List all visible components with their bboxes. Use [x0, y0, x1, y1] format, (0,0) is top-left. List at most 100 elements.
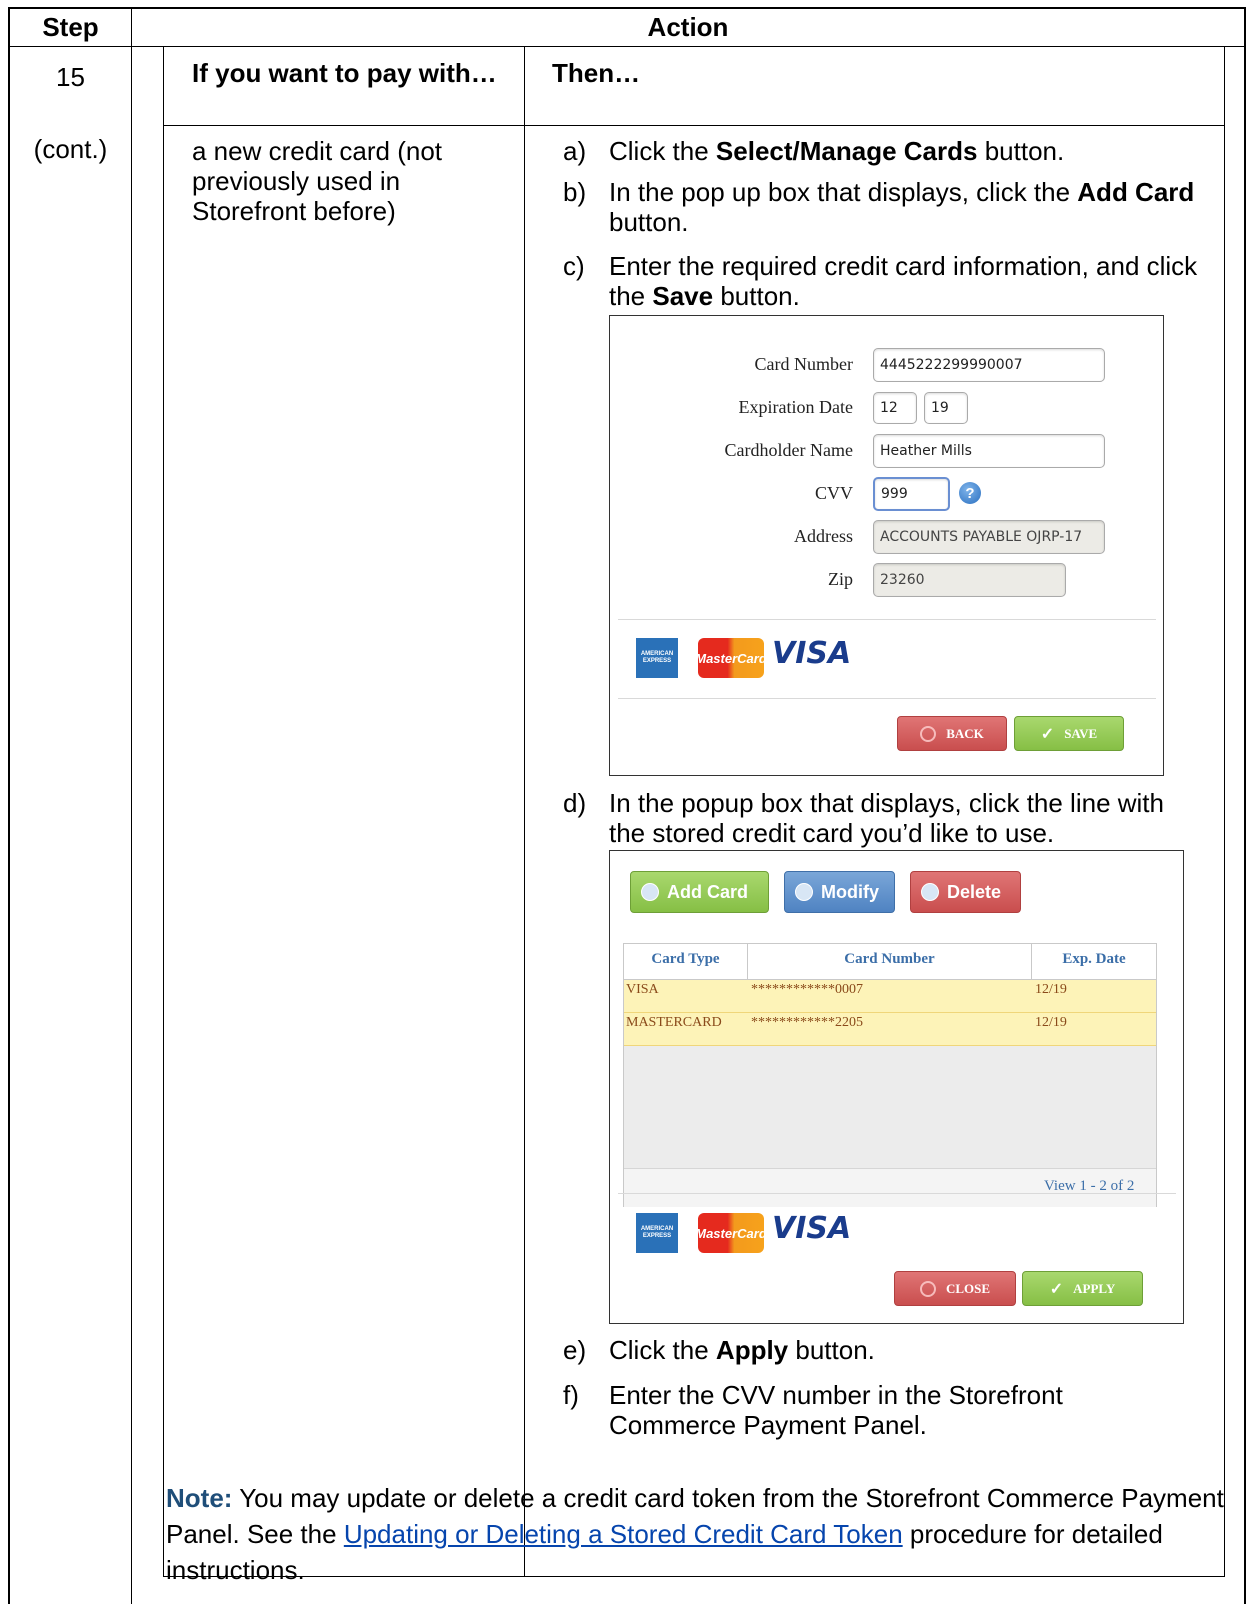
row-2-exp: 12/19	[1035, 1015, 1067, 1030]
col-card-number[interactable]: Card Number	[748, 951, 1031, 968]
note-link[interactable]: Updating or Deleting a Stored Credit Car…	[344, 1519, 903, 1549]
close-button-label: CLOSE	[945, 1280, 991, 1296]
step-d-text: In the popup box that displays, click th…	[609, 788, 1164, 848]
step-b-pre: In the pop up box that displays, click t…	[609, 177, 1078, 207]
row-1-number: ************0007	[751, 982, 863, 997]
step-c-bold: Save	[652, 281, 714, 311]
col-card-type[interactable]: Card Type	[624, 951, 747, 968]
exp-month-input[interactable]: 12	[873, 392, 917, 424]
form-separator-2	[618, 698, 1156, 699]
step-b-bold: Add Card	[1077, 177, 1195, 207]
card-number-input[interactable]: 4445222299990007	[873, 348, 1105, 382]
address-label: Address	[794, 526, 853, 546]
header-bottom-border	[8, 46, 1246, 47]
note-label: Note:	[166, 1483, 233, 1513]
step-f-letter: f)	[563, 1380, 579, 1410]
header-step: Step	[42, 12, 99, 42]
amex-line1: AMERICAN	[640, 651, 674, 657]
card-list-panel: Add Card Modify Delete Card Type Card Nu…	[609, 850, 1184, 1324]
table-row[interactable]: MASTERCARD ************2205 12/19	[624, 1013, 1156, 1046]
amex-line2: EXPRESS	[642, 658, 672, 664]
step-e-text: Click the Apply button.	[609, 1335, 1199, 1365]
inner-left-border	[163, 47, 164, 1577]
address-input[interactable]: ACCOUNTS PAYABLE OJRP-17	[873, 520, 1105, 554]
step-e-letter: e)	[563, 1335, 587, 1365]
if-header: If you want to pay with…	[192, 58, 497, 88]
step-column-divider	[131, 7, 132, 1604]
inner-right-border	[1224, 47, 1225, 1577]
visa-logo: VISA	[772, 1211, 852, 1246]
modify-label: Modify	[821, 881, 879, 902]
apply-button-label: APPLY	[1073, 1280, 1116, 1296]
check-icon: ✓	[1049, 1280, 1064, 1298]
question-icon[interactable]: ?	[959, 482, 981, 504]
back-button-label: BACK	[946, 725, 984, 741]
user-icon	[795, 883, 813, 901]
step-a-bold: Select/Manage Cards	[715, 136, 978, 166]
col-exp-date[interactable]: Exp. Date	[1032, 951, 1156, 968]
row-2-number: ************2205	[751, 1015, 863, 1030]
check-icon: ✓	[1040, 725, 1055, 743]
step-d-letter: d)	[563, 788, 587, 818]
condition-text: a new credit card (not previously used i…	[192, 136, 443, 226]
delete-label: Delete	[947, 881, 1002, 902]
mastercard-logo: MasterCard	[698, 1213, 764, 1253]
save-button-label: SAVE	[1064, 725, 1098, 741]
amex-logo: AMERICAN EXPRESS	[636, 638, 678, 678]
modify-button[interactable]: Modify	[784, 871, 895, 913]
cvv-input[interactable]: 999	[873, 477, 950, 511]
form-separator-1	[618, 619, 1156, 620]
step-b-text: In the pop up box that displays, click t…	[609, 177, 1209, 237]
outer-right-border	[1244, 7, 1246, 1604]
add-card-button[interactable]: Add Card	[630, 871, 769, 913]
step-a-post: button.	[977, 136, 1065, 166]
step-a-pre: Click the	[609, 136, 716, 166]
table-row[interactable]: VISA ************0007 12/19	[624, 980, 1156, 1013]
outer-top-border	[8, 7, 1246, 9]
card-number-label: Card Number	[754, 354, 853, 374]
cancel-icon	[920, 725, 937, 742]
apply-button[interactable]: ✓ APPLY	[1022, 1271, 1143, 1306]
step-a-text: Click the Select/Manage Cards button.	[609, 136, 1209, 166]
cardholder-label: Cardholder Name	[724, 440, 853, 460]
delete-button[interactable]: Delete	[910, 871, 1021, 913]
save-button[interactable]: ✓ SAVE	[1014, 716, 1124, 751]
zip-label: Zip	[828, 569, 853, 589]
visa-logo: VISA	[772, 636, 852, 671]
mastercard-logo: MasterCard	[698, 638, 764, 678]
outer-left-border	[8, 7, 10, 1604]
step-c-post: button.	[713, 281, 800, 311]
list-separator-1	[618, 1193, 1176, 1194]
card-grid: Card Type Card Number Exp. Date VISA ***…	[623, 943, 1157, 1207]
step-c-text: Enter the required credit card informati…	[609, 251, 1199, 311]
step-e-pre: Click the	[609, 1335, 716, 1365]
header-action: Action	[647, 12, 729, 42]
step-b-letter: b)	[563, 177, 587, 207]
then-header: Then…	[552, 58, 641, 88]
step-cont: (cont.)	[33, 134, 108, 164]
exp-year-input[interactable]: 19	[924, 392, 968, 424]
inner-header-bottom	[163, 125, 1225, 126]
inner-column-divider	[524, 47, 525, 1577]
card-form-panel: Card Number 4445222299990007 Expiration …	[609, 315, 1164, 776]
step-b-post: button.	[609, 207, 689, 237]
row-1-type: VISA	[626, 982, 659, 997]
cardholder-input[interactable]: Heather Mills	[873, 434, 1105, 468]
cancel-icon	[919, 1280, 936, 1297]
step-f-text: Enter the CVV number in the Storefront C…	[609, 1380, 1063, 1440]
step-number: 15	[56, 62, 85, 92]
step-e-post: button.	[788, 1335, 875, 1365]
cvv-label: CVV	[814, 483, 853, 503]
amex-line2: EXPRESS	[642, 1233, 672, 1239]
user-icon	[641, 883, 659, 901]
row-2-type: MASTERCARD	[626, 1015, 722, 1030]
close-button[interactable]: CLOSE	[894, 1271, 1016, 1306]
zip-input[interactable]: 23260	[873, 563, 1066, 597]
add-card-label: Add Card	[667, 881, 748, 902]
back-button[interactable]: BACK	[897, 716, 1007, 751]
expiration-label: Expiration Date	[738, 397, 853, 417]
row-1-exp: 12/19	[1035, 982, 1067, 997]
amex-logo: AMERICAN EXPRESS	[636, 1213, 678, 1253]
step-a-letter: a)	[563, 136, 587, 166]
step-c-letter: c)	[563, 251, 585, 281]
